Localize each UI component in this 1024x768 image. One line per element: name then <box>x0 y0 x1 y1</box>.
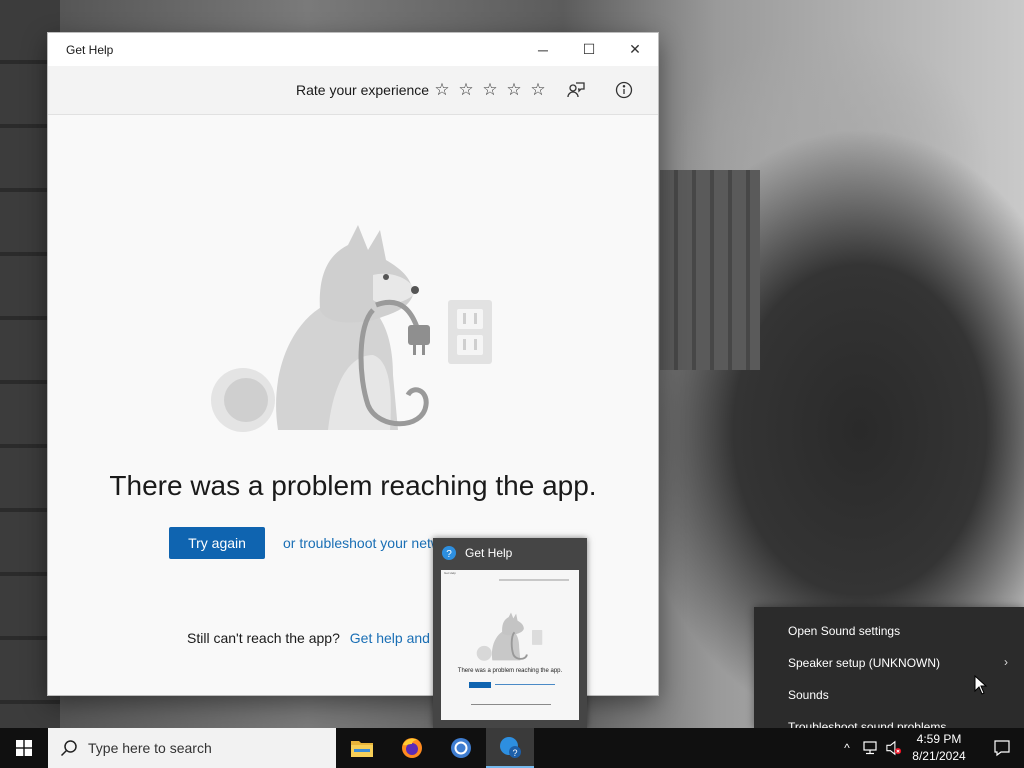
thumbnail-mini-title: Get Help <box>444 571 456 575</box>
thumbnail-image: Get Help There was a problem reaching th… <box>441 570 579 720</box>
close-button[interactable]: ✕ <box>612 33 658 66</box>
taskbar-firefox[interactable] <box>388 728 436 768</box>
menu-item-speaker-setup[interactable]: Speaker setup (UNKNOWN) <box>788 656 940 670</box>
try-again-button[interactable]: Try again <box>169 527 265 559</box>
rate-experience-label: Rate your experience <box>296 82 430 98</box>
star-1-icon[interactable]: ☆ <box>430 78 454 102</box>
star-4-icon[interactable]: ☆ <box>502 78 526 102</box>
feedback-person-icon[interactable] <box>564 78 588 102</box>
taskbar: Type here to search ? ^ 4:59 PM 8/21/202… <box>0 728 1024 768</box>
search-icon <box>60 740 77 757</box>
taskbar-chrome[interactable] <box>437 728 485 768</box>
get-help-icon: ? <box>500 737 521 758</box>
wallpaper-building-right <box>660 170 760 370</box>
tray-overflow-chevron-icon[interactable]: ^ <box>839 740 855 756</box>
error-headline: There was a problem reaching the app. <box>109 470 597 501</box>
taskbar-thumbnail-preview[interactable]: ? Get Help Get Help There was a problem … <box>433 538 587 728</box>
file-explorer-icon <box>351 741 373 757</box>
title-bar[interactable]: Get Help ─ ☐ ✕ <box>48 33 658 66</box>
menu-item-open-sound-settings[interactable]: Open Sound settings <box>788 624 900 638</box>
svg-text:?: ? <box>512 748 517 758</box>
taskbar-clock[interactable]: 4:59 PM 8/21/2024 <box>900 731 978 765</box>
window-title: Get Help <box>66 43 114 57</box>
clock-time: 4:59 PM <box>916 732 962 746</box>
taskbar-get-help[interactable]: ? <box>486 728 534 768</box>
taskbar-search-box[interactable]: Type here to search <box>48 728 336 768</box>
notification-icon <box>994 740 1010 757</box>
submenu-arrow-icon: › <box>1004 655 1008 669</box>
svg-text:?: ? <box>446 549 452 560</box>
star-rating: ☆ ☆ ☆ ☆ ☆ <box>430 78 550 102</box>
still-cant-reach-text: Still can't reach the app? <box>187 630 340 646</box>
search-placeholder: Type here to search <box>88 740 212 756</box>
thumbnail-mini-button <box>469 682 491 688</box>
chrome-icon <box>451 738 471 758</box>
thumbnail-header: ? Get Help <box>441 545 512 561</box>
thumbnail-mini-link <box>495 684 555 685</box>
rating-toolbar: Rate your experience ☆ ☆ ☆ ☆ ☆ <box>48 66 658 115</box>
star-5-icon[interactable]: ☆ <box>526 78 550 102</box>
thumbnail-dog-illustration <box>476 612 543 661</box>
network-icon[interactable] <box>863 740 879 756</box>
menu-item-troubleshoot-sound[interactable]: Troubleshoot sound problems <box>788 720 946 728</box>
firefox-icon <box>402 738 422 758</box>
star-3-icon[interactable]: ☆ <box>478 78 502 102</box>
dog-unplugged-illustration <box>211 225 492 432</box>
thumbnail-mini-headline: There was a problem reaching the app. <box>457 668 563 674</box>
thumbnail-title: Get Help <box>465 546 513 560</box>
thumbnail-mini-support <box>471 704 551 705</box>
action-center-button[interactable] <box>980 728 1024 768</box>
info-icon[interactable] <box>612 78 636 102</box>
clock-date: 8/21/2024 <box>912 749 966 763</box>
taskbar-file-explorer[interactable] <box>338 728 386 768</box>
sound-context-menu: Open Sound settings Speaker setup (UNKNO… <box>754 607 1024 728</box>
mouse-cursor-icon <box>974 675 988 695</box>
menu-item-sounds[interactable]: Sounds <box>788 688 829 702</box>
get-help-icon: ? <box>442 546 456 560</box>
start-button[interactable] <box>0 728 48 768</box>
windows-logo-icon <box>16 740 32 756</box>
maximize-button[interactable]: ☐ <box>566 33 612 66</box>
thumbnail-mini-toolbar <box>499 579 569 581</box>
star-2-icon[interactable]: ☆ <box>454 78 478 102</box>
minimize-button[interactable]: ─ <box>520 33 566 66</box>
